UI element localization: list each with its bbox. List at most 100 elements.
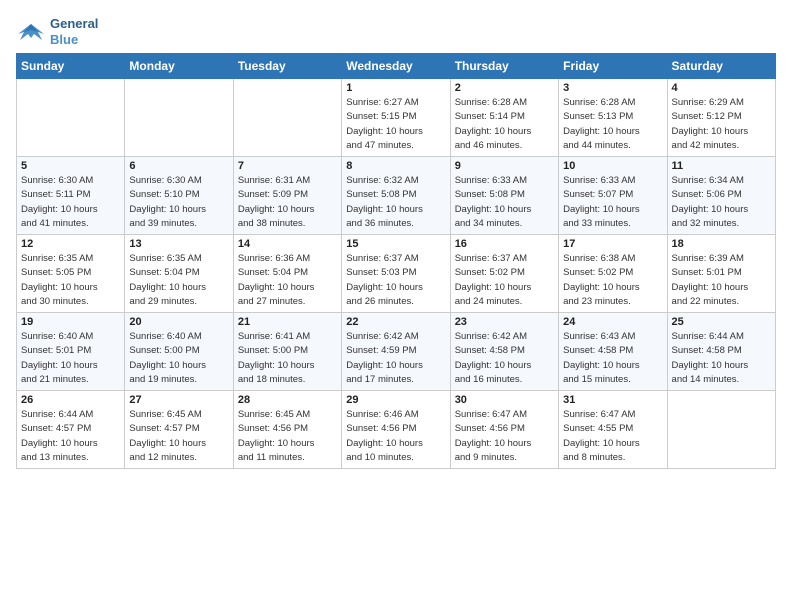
day-number: 18 <box>672 238 771 250</box>
day-number: 20 <box>129 316 228 328</box>
day-info: Sunrise: 6:27 AM Sunset: 5:15 PM Dayligh… <box>346 96 445 153</box>
calendar-cell <box>667 391 775 469</box>
day-info: Sunrise: 6:42 AM Sunset: 4:59 PM Dayligh… <box>346 330 445 387</box>
day-number: 24 <box>563 316 662 328</box>
calendar-cell: 26 Sunrise: 6:44 AM Sunset: 4:57 PM Dayli… <box>17 391 125 469</box>
calendar-cell: 21Sunrise: 6:41 AM Sunset: 5:00 PM Dayli… <box>233 313 341 391</box>
calendar-cell: 18Sunrise: 6:39 AM Sunset: 5:01 PM Dayli… <box>667 235 775 313</box>
day-info: Sunrise: 6:47 AM Sunset: 4:55 PM Dayligh… <box>563 408 662 465</box>
calendar-cell: 14 Sunrise: 6:36 AM Sunset: 5:04 PM Dayli… <box>233 235 341 313</box>
header-wednesday: Wednesday <box>342 54 450 79</box>
header-saturday: Saturday <box>667 54 775 79</box>
day-number: 26 <box>21 394 120 406</box>
day-number: 5 <box>21 160 120 172</box>
header-monday: Monday <box>125 54 233 79</box>
day-info: Sunrise: 6:45 AM Sunset: 4:56 PM Dayligh… <box>238 408 337 465</box>
calendar-cell: 20 Sunrise: 6:40 AM Sunset: 5:00 PM Dayli… <box>125 313 233 391</box>
week-row-0: 1Sunrise: 6:27 AM Sunset: 5:15 PM Daylig… <box>17 79 776 157</box>
week-row-4: 26 Sunrise: 6:44 AM Sunset: 4:57 PM Dayli… <box>17 391 776 469</box>
calendar-cell: 30 Sunrise: 6:47 AM Sunset: 4:56 PM Dayli… <box>450 391 558 469</box>
day-number: 16 <box>455 238 554 250</box>
day-info: Sunrise: 6:36 AM Sunset: 5:04 PM Dayligh… <box>238 252 337 309</box>
day-info: Sunrise: 6:30 AM Sunset: 5:10 PM Dayligh… <box>129 174 228 231</box>
day-number: 27 <box>129 394 228 406</box>
day-number: 7 <box>238 160 337 172</box>
day-info: Sunrise: 6:35 AM Sunset: 5:05 PM Dayligh… <box>21 252 120 309</box>
day-number: 31 <box>563 394 662 406</box>
day-info: Sunrise: 6:44 AM Sunset: 4:58 PM Dayligh… <box>672 330 771 387</box>
day-info: Sunrise: 6:44 AM Sunset: 4:57 PM Dayligh… <box>21 408 120 465</box>
logo: General Blue <box>16 16 98 47</box>
day-info: Sunrise: 6:40 AM Sunset: 5:00 PM Dayligh… <box>129 330 228 387</box>
page: General Blue SundayMondayTuesdayWednesda… <box>0 0 792 479</box>
calendar-cell: 17 Sunrise: 6:38 AM Sunset: 5:02 PM Dayli… <box>559 235 667 313</box>
day-info: Sunrise: 6:40 AM Sunset: 5:01 PM Dayligh… <box>21 330 120 387</box>
calendar-cell: 10Sunrise: 6:33 AM Sunset: 5:07 PM Dayli… <box>559 157 667 235</box>
calendar-cell: 31 Sunrise: 6:47 AM Sunset: 4:55 PM Dayli… <box>559 391 667 469</box>
calendar-cell: 9Sunrise: 6:33 AM Sunset: 5:08 PM Daylig… <box>450 157 558 235</box>
day-info: Sunrise: 6:47 AM Sunset: 4:56 PM Dayligh… <box>455 408 554 465</box>
header: General Blue <box>16 16 776 47</box>
day-info: Sunrise: 6:37 AM Sunset: 5:02 PM Dayligh… <box>455 252 554 309</box>
calendar-cell <box>233 79 341 157</box>
calendar-cell: 11Sunrise: 6:34 AM Sunset: 5:06 PM Dayli… <box>667 157 775 235</box>
header-tuesday: Tuesday <box>233 54 341 79</box>
day-info: Sunrise: 6:37 AM Sunset: 5:03 PM Dayligh… <box>346 252 445 309</box>
calendar-cell: 25 Sunrise: 6:44 AM Sunset: 4:58 PM Dayli… <box>667 313 775 391</box>
day-info: Sunrise: 6:42 AM Sunset: 4:58 PM Dayligh… <box>455 330 554 387</box>
day-number: 14 <box>238 238 337 250</box>
day-number: 8 <box>346 160 445 172</box>
week-row-2: 12 Sunrise: 6:35 AM Sunset: 5:05 PM Dayli… <box>17 235 776 313</box>
day-info: Sunrise: 6:46 AM Sunset: 4:56 PM Dayligh… <box>346 408 445 465</box>
day-info: Sunrise: 6:43 AM Sunset: 4:58 PM Dayligh… <box>563 330 662 387</box>
day-number: 12 <box>21 238 120 250</box>
day-number: 19 <box>21 316 120 328</box>
day-info: Sunrise: 6:45 AM Sunset: 4:57 PM Dayligh… <box>129 408 228 465</box>
header-thursday: Thursday <box>450 54 558 79</box>
calendar-cell: 6Sunrise: 6:30 AM Sunset: 5:10 PM Daylig… <box>125 157 233 235</box>
day-number: 15 <box>346 238 445 250</box>
day-number: 10 <box>563 160 662 172</box>
day-number: 13 <box>129 238 228 250</box>
day-info: Sunrise: 6:28 AM Sunset: 5:13 PM Dayligh… <box>563 96 662 153</box>
header-friday: Friday <box>559 54 667 79</box>
day-info: Sunrise: 6:38 AM Sunset: 5:02 PM Dayligh… <box>563 252 662 309</box>
calendar-cell: 1Sunrise: 6:27 AM Sunset: 5:15 PM Daylig… <box>342 79 450 157</box>
calendar-cell: 8Sunrise: 6:32 AM Sunset: 5:08 PM Daylig… <box>342 157 450 235</box>
day-number: 9 <box>455 160 554 172</box>
day-info: Sunrise: 6:41 AM Sunset: 5:00 PM Dayligh… <box>238 330 337 387</box>
day-number: 17 <box>563 238 662 250</box>
logo-text: General Blue <box>50 16 98 47</box>
calendar-cell: 3 Sunrise: 6:28 AM Sunset: 5:13 PM Daylig… <box>559 79 667 157</box>
day-number: 28 <box>238 394 337 406</box>
calendar-cell: 12 Sunrise: 6:35 AM Sunset: 5:05 PM Dayli… <box>17 235 125 313</box>
day-info: Sunrise: 6:30 AM Sunset: 5:11 PM Dayligh… <box>21 174 120 231</box>
calendar-cell: 7Sunrise: 6:31 AM Sunset: 5:09 PM Daylig… <box>233 157 341 235</box>
day-info: Sunrise: 6:28 AM Sunset: 5:14 PM Dayligh… <box>455 96 554 153</box>
calendar-cell: 4Sunrise: 6:29 AM Sunset: 5:12 PM Daylig… <box>667 79 775 157</box>
calendar-header-row: SundayMondayTuesdayWednesdayThursdayFrid… <box>17 54 776 79</box>
calendar-cell: 22 Sunrise: 6:42 AM Sunset: 4:59 PM Dayli… <box>342 313 450 391</box>
week-row-3: 19 Sunrise: 6:40 AM Sunset: 5:01 PM Dayli… <box>17 313 776 391</box>
day-number: 29 <box>346 394 445 406</box>
calendar-cell: 2 Sunrise: 6:28 AM Sunset: 5:14 PM Daylig… <box>450 79 558 157</box>
week-row-1: 5 Sunrise: 6:30 AM Sunset: 5:11 PM Daylig… <box>17 157 776 235</box>
logo-bird-icon <box>16 20 46 44</box>
calendar-cell <box>125 79 233 157</box>
calendar-cell: 5 Sunrise: 6:30 AM Sunset: 5:11 PM Daylig… <box>17 157 125 235</box>
day-number: 2 <box>455 82 554 94</box>
calendar-cell: 24 Sunrise: 6:43 AM Sunset: 4:58 PM Dayli… <box>559 313 667 391</box>
calendar-cell: 29 Sunrise: 6:46 AM Sunset: 4:56 PM Dayli… <box>342 391 450 469</box>
header-sunday: Sunday <box>17 54 125 79</box>
calendar: SundayMondayTuesdayWednesdayThursdayFrid… <box>16 53 776 469</box>
day-number: 3 <box>563 82 662 94</box>
calendar-cell: 27 Sunrise: 6:45 AM Sunset: 4:57 PM Dayli… <box>125 391 233 469</box>
day-info: Sunrise: 6:35 AM Sunset: 5:04 PM Dayligh… <box>129 252 228 309</box>
calendar-cell: 19 Sunrise: 6:40 AM Sunset: 5:01 PM Dayli… <box>17 313 125 391</box>
calendar-cell: 28 Sunrise: 6:45 AM Sunset: 4:56 PM Dayli… <box>233 391 341 469</box>
calendar-cell: 13 Sunrise: 6:35 AM Sunset: 5:04 PM Dayli… <box>125 235 233 313</box>
day-number: 30 <box>455 394 554 406</box>
calendar-cell <box>17 79 125 157</box>
day-number: 22 <box>346 316 445 328</box>
day-number: 25 <box>672 316 771 328</box>
